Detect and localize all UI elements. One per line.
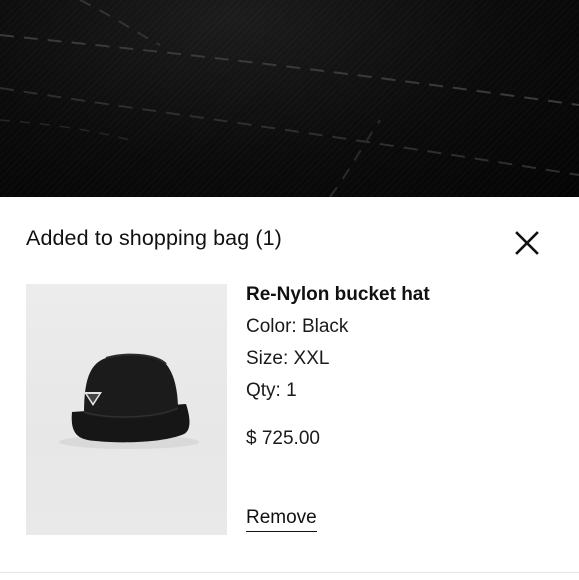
close-button[interactable]	[513, 229, 541, 257]
product-info: Re-Nylon bucket hat Color: Black Size: X…	[246, 283, 430, 449]
product-color: Color: Black	[246, 316, 349, 337]
hero-fabric-banner	[0, 0, 579, 197]
product-size: Size: XXL	[246, 348, 330, 369]
product-price: $ 725.00	[246, 428, 320, 449]
drawer-title: Added to shopping bag (1)	[26, 226, 282, 250]
remove-link[interactable]: Remove	[246, 506, 317, 532]
product-quantity: Qty: 1	[246, 380, 297, 401]
product-image[interactable]	[26, 284, 227, 535]
fabric-stitching-graphic	[0, 0, 579, 197]
bucket-hat-icon	[59, 353, 199, 449]
added-to-bag-drawer: Added to shopping bag (1) Re-Nylon bucke…	[0, 197, 579, 580]
divider	[0, 572, 579, 573]
product-name[interactable]: Re-Nylon bucket hat	[246, 283, 430, 307]
close-icon	[515, 231, 539, 255]
page: Added to shopping bag (1) Re-Nylon bucke…	[0, 0, 579, 580]
